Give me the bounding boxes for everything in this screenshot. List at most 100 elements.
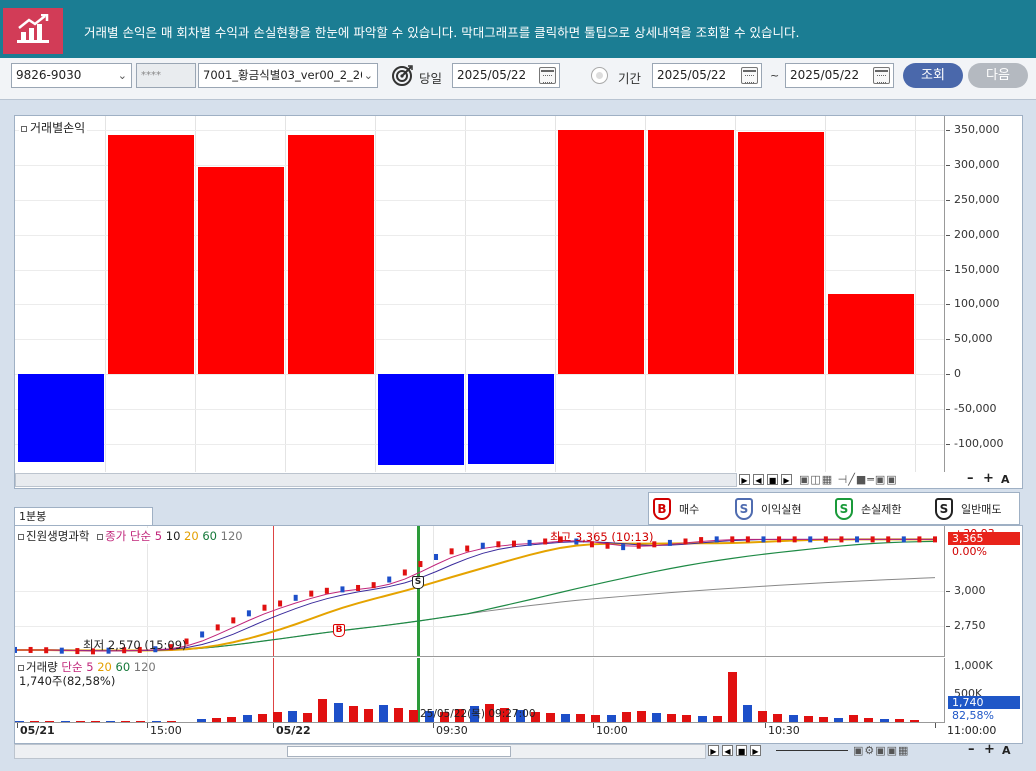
candle [855,536,860,543]
x-tick-mark [17,723,18,728]
price-scrollbar-track[interactable] [14,744,706,759]
price-scroll-controls: ▶ ◀ ■ ▶ ▣⚙▣▣▦ – + A [706,742,1022,759]
today-date-field[interactable]: 2025/05/22 [452,63,560,88]
pnl-y-tick-mark [946,129,950,131]
price-y-tick-label: 2,750 [954,619,986,632]
volume-bar [272,711,282,722]
candle [44,647,49,654]
volume-bar [606,715,616,722]
period-from-field[interactable]: 2025/05/22 [652,63,762,88]
banner-message: 거래별 손익은 매 회차별 수익과 손실현황을 한눈에 파악할 수 있습니다. … [84,25,800,40]
pnl-y-tick-label: 150,000 [954,262,1000,276]
ma60-legend: 60 [202,529,217,543]
scroll-right-icon[interactable]: ▶ [739,474,750,485]
candle [933,536,937,543]
period-to-field[interactable]: 2025/05/22 [785,63,894,88]
target-icon[interactable] [392,64,414,86]
pnl-grid-vertical [285,116,286,472]
volume-bar [636,710,646,722]
candle [886,536,891,543]
volume-bar [849,714,859,722]
ma20-legend: 20 [184,529,199,543]
font-size-icon[interactable]: A [1002,744,1011,757]
pnl-grid-vertical [735,116,736,472]
candle [465,545,470,552]
scroll-end-icon[interactable]: ▶ [750,745,761,756]
x-tick-mark [147,723,148,728]
scroll-right-icon[interactable]: ▶ [708,745,719,756]
pnl-grid-vertical [825,116,826,472]
pnl-y-tick-mark [946,444,950,446]
radio-icon[interactable] [591,67,608,84]
pnl-y-tick-mark [946,304,950,306]
calendar-icon[interactable] [873,67,890,84]
pnl-y-tick-mark [946,374,950,376]
candle [917,536,922,543]
volume-bar [363,708,373,722]
account-select[interactable]: 9826-9030 ⌄ [11,63,132,88]
calendar-icon[interactable] [741,67,758,84]
current-volume-pct: 82,58% [952,709,994,722]
ma120-legend: 120 [220,529,243,543]
password-value: **** [141,70,161,81]
x-tick-mark [433,723,434,728]
strategy-value: 7001_황금식별03_ver00_2_20 [203,68,368,82]
strategy-select[interactable]: 7001_황금식별03_ver00_2_20 ⌄ [198,63,378,88]
pnl-bar [738,132,824,375]
price-plot: 최고 3,365 (10:13) 최저 2,570 (15:09) B S [15,526,945,657]
chart-tools-icon[interactable]: ▣◫▦ ⊣╱■═▣▣ [799,473,898,486]
legend-general-sell-label: 일반매도 [961,503,1002,516]
candle [293,594,298,601]
pnl-grid-vertical [915,116,916,472]
password-field[interactable]: **** [136,63,196,88]
scroll-end-icon[interactable]: ▶ [781,474,792,485]
candle [761,536,766,543]
candle [278,600,283,607]
zoom-slider[interactable] [776,750,848,751]
stop-icon[interactable]: ■ [736,745,747,756]
legend-buy: B 매수 [653,498,699,520]
price-scrollbar-thumb[interactable] [287,746,511,757]
price-y-tick-label: 3,000 [954,583,986,597]
trade-pnl-title-text: 거래별손익 [30,121,86,135]
price-y-tick-mark [946,590,950,592]
volume-title: 거래량 [26,660,58,674]
x-tick-label: 05/22 [276,724,311,737]
x-tick-label: 09:30 [436,724,468,737]
next-button[interactable]: 다음 [968,63,1028,88]
legend-general-sell: S 일반매도 [935,498,1001,520]
pnl-scrollbar-track[interactable] [15,473,737,487]
zoom-in-icon[interactable]: + [983,471,994,486]
candle [15,646,17,653]
pnl-bar [648,129,734,375]
candle [246,610,251,617]
pnl-y-tick-mark [946,199,950,201]
zoom-out-icon[interactable]: – [967,471,974,486]
scroll-start-icon[interactable]: ◀ [753,474,764,485]
timeframe-tab[interactable]: 1분봉 [14,507,153,525]
zoom-in-icon[interactable]: + [984,742,995,757]
scroll-start-icon[interactable]: ◀ [722,745,733,756]
font-size-icon[interactable]: A [1001,473,1010,486]
volume-bar [788,715,798,722]
trade-pnl-panel: 거래별손익 350,000 300,000 250,000 200,000 150,00… [14,115,1023,489]
stop-icon[interactable]: ■ [767,474,778,485]
pnl-y-tick-label: 250,000 [954,192,1000,206]
pnl-y-tick-label: -50,000 [954,402,997,416]
crosshair-tooltip: 25/05/22(목) 09:27:00 [420,708,536,720]
legend-buy-label: 매수 [679,503,700,516]
pnl-y-tick-mark [946,234,950,236]
pnl-bar [828,294,914,375]
zoom-out-icon[interactable]: – [968,742,975,757]
calendar-icon[interactable] [539,67,556,84]
x-tick-mark [935,723,936,728]
pnl-bar [378,374,464,465]
price-chart-panel: 최고 3,365 (10:13) 최저 2,570 (15:09) B S 진원생명과… [14,525,1023,744]
legend-take-profit-label: 이익실현 [761,503,802,516]
chart-tools-icon[interactable]: ▣⚙▣▣▦ [853,744,909,757]
search-button[interactable]: 조회 [903,63,963,88]
candle [434,553,439,560]
legend-stop-loss: S 손실제한 [835,498,901,520]
range-separator: ~ [770,69,780,82]
volume-bar [576,714,586,722]
